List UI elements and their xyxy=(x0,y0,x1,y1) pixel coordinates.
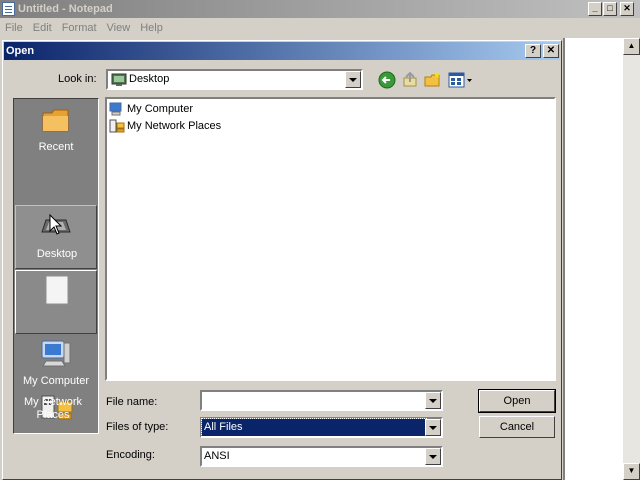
encoding-label: Encoding: xyxy=(106,449,155,461)
my-computer-icon xyxy=(41,340,71,367)
chevron-down-icon[interactable] xyxy=(345,71,361,88)
view-menu-icon[interactable] xyxy=(448,72,474,88)
place-my-computer[interactable]: My Computer xyxy=(15,335,97,399)
notepad-icon xyxy=(2,2,15,16)
desktop-icon xyxy=(111,73,127,86)
minimize-button[interactable]: _ xyxy=(588,2,602,16)
back-icon[interactable] xyxy=(377,70,397,90)
place-network-label: My Network Places xyxy=(23,396,83,421)
places-bar: Recent Desktop My Computer xyxy=(13,98,99,434)
menu-help[interactable]: Help xyxy=(135,18,168,38)
chevron-down-icon[interactable] xyxy=(425,392,441,409)
place-recent[interactable]: Recent xyxy=(15,101,97,165)
close-button[interactable]: ✕ xyxy=(620,2,634,16)
open-button[interactable]: Open xyxy=(478,389,556,413)
notepad-menu-bar: File Edit Format View Help xyxy=(0,18,640,38)
scroll-down-icon[interactable]: ▼ xyxy=(623,463,640,480)
menu-view[interactable]: View xyxy=(102,18,136,38)
list-item[interactable]: My Network Places xyxy=(109,118,221,134)
chevron-down-icon[interactable] xyxy=(425,419,441,436)
encoding-value: ANSI xyxy=(204,450,230,462)
file-name-input[interactable] xyxy=(200,390,443,411)
scroll-up-icon[interactable]: ▲ xyxy=(623,38,640,55)
screen: Untitled - Notepad _ □ ✕ File Edit Format V… xyxy=(0,0,640,480)
notepad-title-bar[interactable]: Untitled - Notepad _ □ ✕ xyxy=(0,0,640,18)
place-label: My Computer xyxy=(22,375,90,387)
recent-folder-icon xyxy=(42,109,69,132)
dialog-title-bar[interactable]: Open ? ✕ xyxy=(4,42,560,60)
list-item[interactable]: My Computer xyxy=(109,101,193,117)
my-documents-icon xyxy=(45,275,69,305)
menu-format[interactable]: Format xyxy=(57,18,102,38)
file-type-dropdown[interactable]: All Files xyxy=(200,417,443,438)
place-label: Recent xyxy=(38,141,74,153)
chevron-down-icon[interactable] xyxy=(425,448,441,465)
file-type-label: Files of type: xyxy=(106,421,169,433)
notepad-vertical-scrollbar[interactable]: ▲ ▼ xyxy=(623,38,640,480)
menu-file[interactable]: File xyxy=(0,18,28,38)
up-folder-icon[interactable] xyxy=(400,70,420,90)
mouse-cursor-icon xyxy=(49,214,63,235)
place-label: Desktop xyxy=(36,248,78,260)
maximize-button[interactable]: □ xyxy=(603,2,617,16)
my-computer-icon xyxy=(109,102,122,116)
file-list[interactable]: My Computer My Network Places xyxy=(105,97,556,381)
look-in-value: Desktop xyxy=(129,73,170,85)
cancel-button[interactable]: Cancel xyxy=(479,416,555,438)
dialog-title: Open xyxy=(6,45,35,57)
notepad-title: Untitled - Notepad xyxy=(18,3,113,15)
help-button[interactable]: ? xyxy=(525,44,541,58)
network-places-icon xyxy=(109,119,125,133)
file-name: My Network Places xyxy=(127,120,222,132)
look-in-dropdown[interactable]: Desktop xyxy=(106,69,363,90)
place-my-documents[interactable] xyxy=(15,270,97,334)
file-name-label: File name: xyxy=(106,396,158,408)
look-in-label: Look in: xyxy=(58,73,97,85)
encoding-dropdown[interactable]: ANSI xyxy=(200,446,443,467)
file-name: My Computer xyxy=(127,103,194,115)
new-folder-icon[interactable] xyxy=(423,70,443,90)
open-dialog: Open ? ✕ Look in: Desktop Recent Desktop… xyxy=(2,40,562,480)
menu-edit[interactable]: Edit xyxy=(28,18,57,38)
file-type-value: All Files xyxy=(201,418,427,437)
dialog-close-button[interactable]: ✕ xyxy=(543,44,559,58)
